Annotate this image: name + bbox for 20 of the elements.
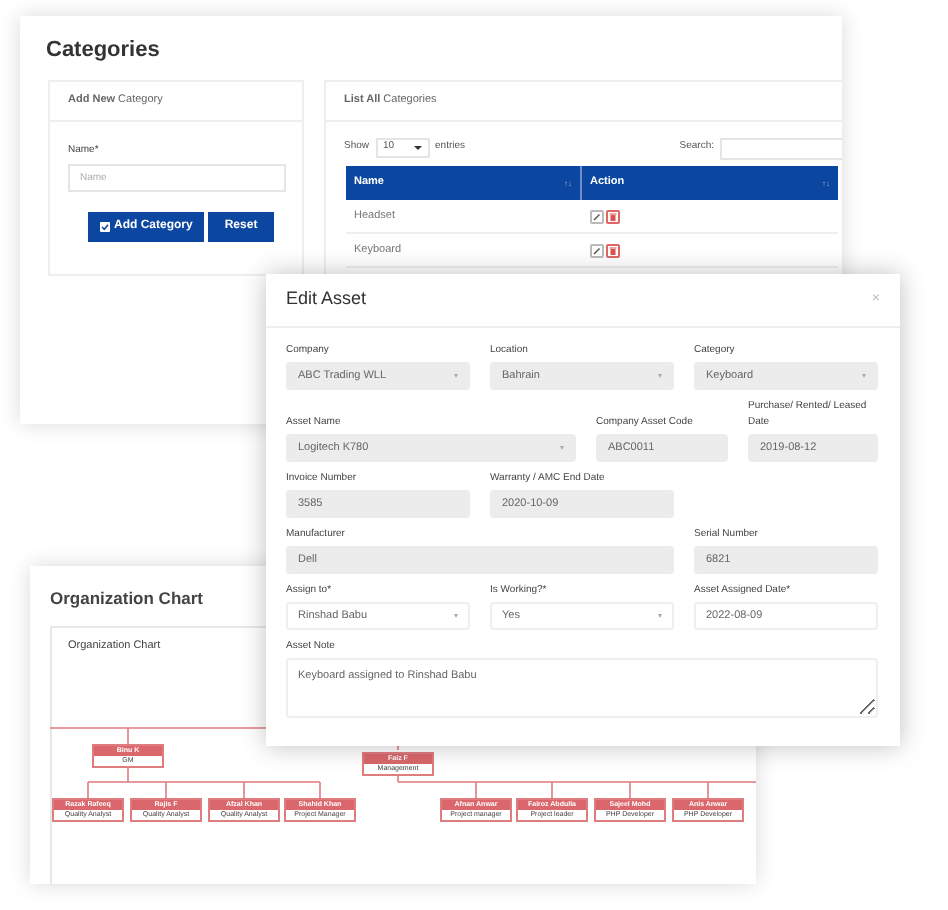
delete-button[interactable]	[606, 209, 620, 223]
trash-icon	[608, 245, 618, 255]
caret-icon	[658, 374, 662, 378]
caret-icon	[413, 146, 422, 150]
caret-icon	[560, 446, 564, 450]
page-title: Categories	[46, 36, 160, 66]
caret-icon	[454, 614, 458, 618]
caret-icon	[454, 374, 458, 378]
dialog-title: Edit Asset	[286, 286, 367, 313]
edit-button[interactable]	[590, 243, 604, 257]
pencil-icon	[592, 245, 602, 255]
edit-button[interactable]	[590, 209, 604, 223]
caret-icon	[658, 614, 662, 618]
delete-button[interactable]	[606, 243, 620, 257]
search-field[interactable]	[720, 137, 842, 159]
checkbox-icon	[100, 221, 110, 231]
trash-icon	[608, 211, 618, 221]
pencil-icon	[592, 211, 602, 221]
window-title: Organization Chart	[50, 586, 204, 612]
caret-icon	[862, 374, 866, 378]
